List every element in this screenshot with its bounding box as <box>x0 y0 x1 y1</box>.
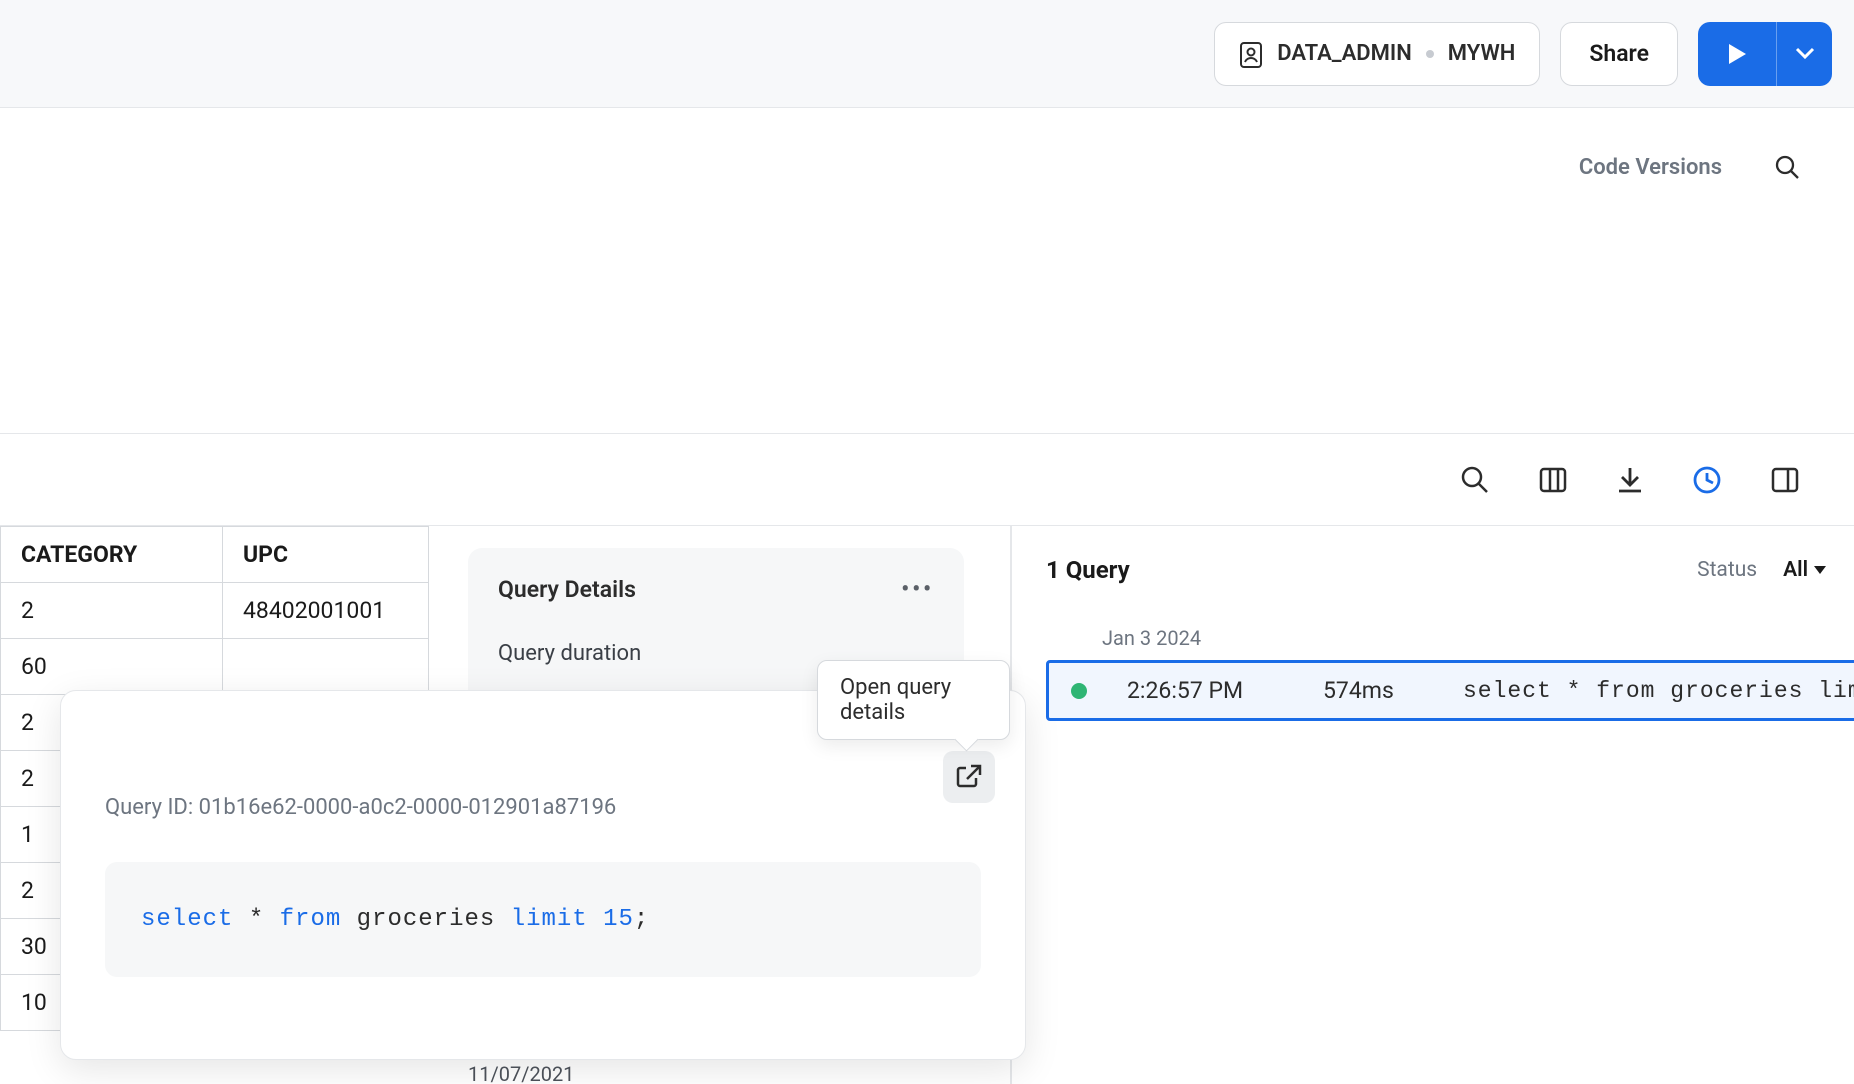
cell-category: 2 <box>1 583 223 639</box>
results-toolbar <box>0 434 1854 526</box>
column-header-upc[interactable]: UPC <box>223 527 429 583</box>
share-label: Share <box>1589 40 1649 67</box>
cell-upc <box>223 639 429 695</box>
download-button[interactable] <box>1616 465 1644 495</box>
columns-icon <box>1538 465 1568 495</box>
table-row[interactable]: 248402001001 <box>1 583 429 639</box>
query-details-more-button[interactable]: ••• <box>901 577 934 602</box>
query-sql-preview: select * from groceries limit… <box>1463 678 1854 704</box>
column-header-category[interactable]: CATEGORY <box>1 527 223 583</box>
query-history-header: 1 Query Status All <box>1046 556 1854 584</box>
panel-icon <box>1770 465 1800 495</box>
partial-visible-row: 11/07/2021 <box>468 1062 574 1084</box>
sql-text: select * from groceries limit 15; <box>141 906 649 933</box>
query-time: 2:26:57 PM <box>1127 677 1283 704</box>
code-versions-button[interactable]: Code Versions <box>1579 155 1722 180</box>
warehouse-name: MYWH <box>1448 41 1516 66</box>
query-id-value: 01b16e62-0000-a0c2-0000-012901a87196 <box>199 795 617 820</box>
cell-category: 60 <box>1 639 223 695</box>
query-history-pane: 1 Query Status All <box>1012 526 1854 1084</box>
sub-toolbar: Code Versions <box>0 108 1854 226</box>
tooltip-text: Open query details <box>840 675 951 725</box>
cell-upc: 48402001001 <box>223 583 429 639</box>
share-button[interactable]: Share <box>1560 22 1678 86</box>
columns-button[interactable] <box>1538 465 1568 495</box>
query-history-toggle[interactable] <box>1692 465 1722 495</box>
open-query-details-tooltip: Open query details <box>817 660 1010 740</box>
panel-layout-button[interactable] <box>1770 465 1800 495</box>
play-icon <box>1726 42 1748 66</box>
context-selector[interactable]: DATA_ADMIN MYWH <box>1214 22 1540 86</box>
status-success-icon <box>1071 683 1087 699</box>
query-duration: 574ms <box>1323 677 1423 704</box>
lower-split: CATEGORY UPC 248402001001 60 2 2 1 2 30 … <box>0 526 1854 1084</box>
top-toolbar: DATA_ADMIN MYWH Share <box>0 0 1854 108</box>
search-icon <box>1774 154 1800 180</box>
clock-icon <box>1692 465 1722 495</box>
separator-dot <box>1426 50 1434 58</box>
role-icon <box>1239 40 1263 68</box>
query-history-controls: Status All <box>1697 557 1854 583</box>
query-history-row[interactable]: 2:26:57 PM 574ms select * from groceries… <box>1046 660 1854 721</box>
run-button[interactable] <box>1698 22 1776 86</box>
query-id-line: Query ID: 01b16e62-0000-a0c2-0000-012901… <box>105 795 981 820</box>
download-icon <box>1616 465 1644 495</box>
run-button-group <box>1698 22 1832 86</box>
query-details-popover: Query ID: 01b16e62-0000-a0c2-0000-012901… <box>60 690 1026 1060</box>
query-history-date: Jan 3 2024 <box>1046 626 1854 650</box>
run-dropdown-button[interactable] <box>1776 22 1832 86</box>
sql-block: select * from groceries limit 15; <box>105 862 981 977</box>
status-filter-value: All <box>1783 558 1808 582</box>
search-icon <box>1460 465 1490 495</box>
caret-down-icon <box>1814 566 1826 574</box>
query-details-title: Query Details <box>498 576 636 603</box>
query-id-label: Query ID: <box>105 795 193 820</box>
open-query-details-button[interactable] <box>943 751 995 803</box>
search-button[interactable] <box>1774 154 1800 180</box>
status-label: Status <box>1697 558 1757 582</box>
chevron-down-icon <box>1795 47 1815 61</box>
external-link-icon <box>956 764 982 790</box>
table-row[interactable]: 60 <box>1 639 429 695</box>
results-search-button[interactable] <box>1460 465 1490 495</box>
editor-area[interactable] <box>0 226 1854 434</box>
table-header-row: CATEGORY UPC <box>1 527 429 583</box>
status-filter[interactable]: All <box>1783 558 1826 582</box>
query-history-title: 1 Query <box>1046 556 1130 584</box>
results-left-pane: CATEGORY UPC 248402001001 60 2 2 1 2 30 … <box>0 526 1012 1084</box>
role-name: DATA_ADMIN <box>1277 41 1412 66</box>
